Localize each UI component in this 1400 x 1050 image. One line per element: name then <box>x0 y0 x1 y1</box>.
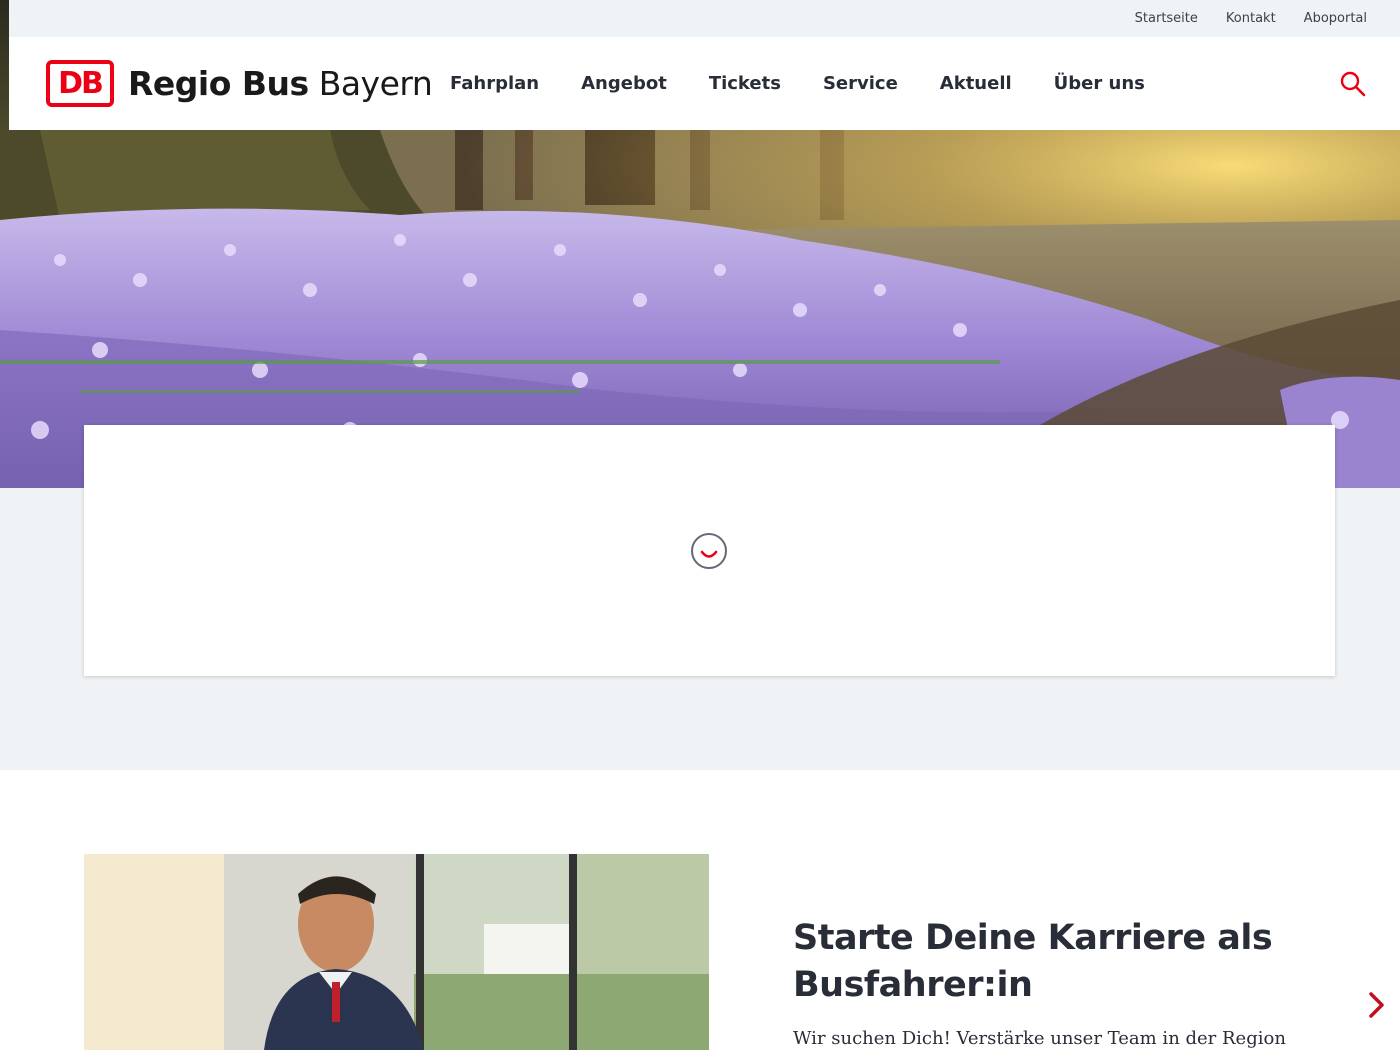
brand-name-bold: Regio Bus <box>128 64 309 103</box>
nav-item-fahrplan[interactable]: Fahrplan <box>450 73 539 94</box>
hero-edge-strip <box>0 0 9 130</box>
main-nav: Fahrplan Angebot Tickets Service Aktuell… <box>450 37 1187 130</box>
utility-nav: Startseite Kontakt Aboportal <box>1135 0 1367 37</box>
search-icon <box>1340 71 1366 97</box>
loading-spinner <box>690 532 728 570</box>
utility-link-startseite[interactable]: Startseite <box>1135 11 1198 26</box>
nav-item-aktuell[interactable]: Aktuell <box>940 73 1012 94</box>
chevron-right-icon <box>1369 992 1384 1018</box>
db-logo-icon: DB <box>46 60 114 107</box>
bus-driver-image <box>84 854 709 1050</box>
nav-item-tickets[interactable]: Tickets <box>709 73 781 94</box>
site-header: DB Regio Bus Bayern Fahrplan Angebot Tic… <box>9 37 1400 130</box>
nav-item-ueber-uns[interactable]: Über uns <box>1054 73 1145 94</box>
brand-name-light: Bayern <box>318 64 433 103</box>
career-text: Wir suchen Dich! Verstärke unser Team in… <box>793 1028 1286 1050</box>
brand-name: Regio Bus Bayern <box>128 64 433 103</box>
loading-spinner-icon <box>691 533 727 569</box>
nav-item-angebot[interactable]: Angebot <box>581 73 667 94</box>
utility-link-kontakt[interactable]: Kontakt <box>1226 11 1276 26</box>
career-title: Starte Deine Karriere als Busfahrer:in <box>793 918 1273 1005</box>
bus-driver-photo-illustration <box>84 854 709 1050</box>
timetable-search-card <box>84 425 1335 676</box>
site-logo[interactable]: DB Regio Bus Bayern <box>46 60 433 107</box>
nav-item-service[interactable]: Service <box>823 73 898 94</box>
utility-link-aboportal[interactable]: Aboportal <box>1304 11 1367 26</box>
carousel-next-button[interactable] <box>1366 990 1388 1020</box>
utility-bar: Startseite Kontakt Aboportal <box>0 0 1400 37</box>
search-button[interactable] <box>1339 70 1367 98</box>
